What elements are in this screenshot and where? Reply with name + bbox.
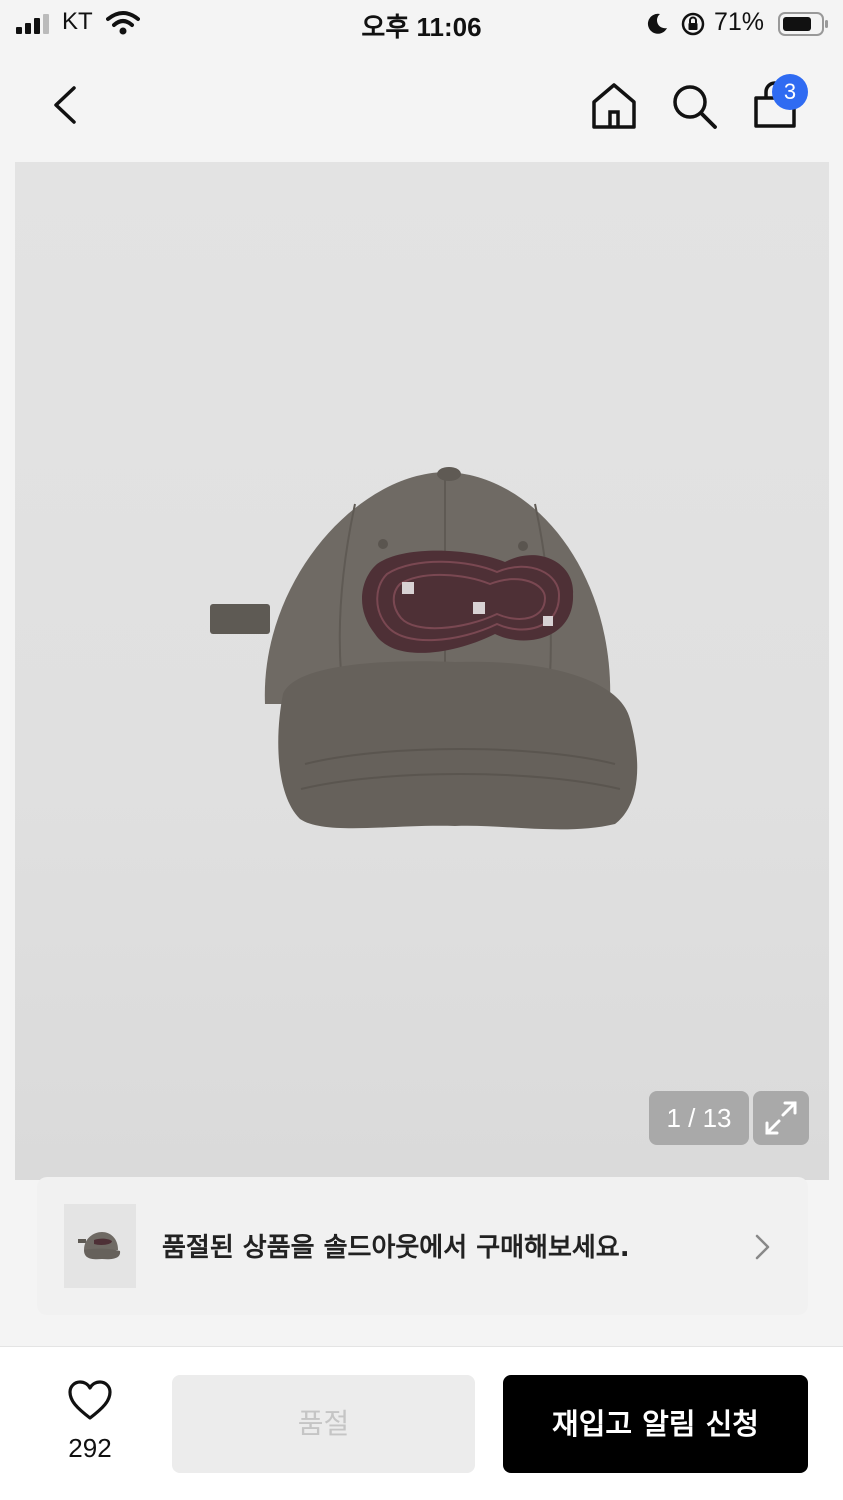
restock-alert-button[interactable]: 재입고 알림 신청	[503, 1375, 808, 1473]
heart-icon	[68, 1380, 112, 1420]
expand-button[interactable]	[753, 1091, 809, 1145]
status-bar: KT 오후 11:06 71%	[0, 0, 843, 50]
top-navigation: 3	[0, 55, 843, 155]
expand-icon	[765, 1101, 797, 1135]
product-image-carousel[interactable]: 1 / 13	[15, 162, 829, 1180]
home-icon[interactable]	[588, 80, 640, 132]
bottom-action-bar: 292 품절 재입고 알림 신청	[0, 1347, 843, 1500]
search-icon[interactable]	[668, 80, 720, 132]
battery-icon	[778, 12, 828, 36]
cart-count-badge: 3	[772, 74, 808, 110]
battery-percent: 71%	[714, 8, 765, 36]
banner-thumbnail	[64, 1204, 136, 1288]
soldout-button: 품절	[172, 1375, 475, 1473]
rotation-lock-icon	[681, 12, 705, 36]
back-arrow-icon[interactable]	[46, 82, 86, 128]
image-pager: 1 / 13	[649, 1091, 749, 1145]
product-cap-image	[210, 467, 638, 830]
soldout-promo-banner[interactable]: 품절된 상품을 솔드아웃에서 구매해보세요.	[37, 1177, 808, 1315]
like-button[interactable]: 292	[60, 1379, 120, 1469]
like-count: 292	[68, 1433, 112, 1463]
chevron-right-icon	[755, 1234, 770, 1260]
moon-icon	[647, 13, 667, 34]
banner-text: 품절된 상품을 솔드아웃에서 구매해보세요.	[162, 1233, 630, 1263]
